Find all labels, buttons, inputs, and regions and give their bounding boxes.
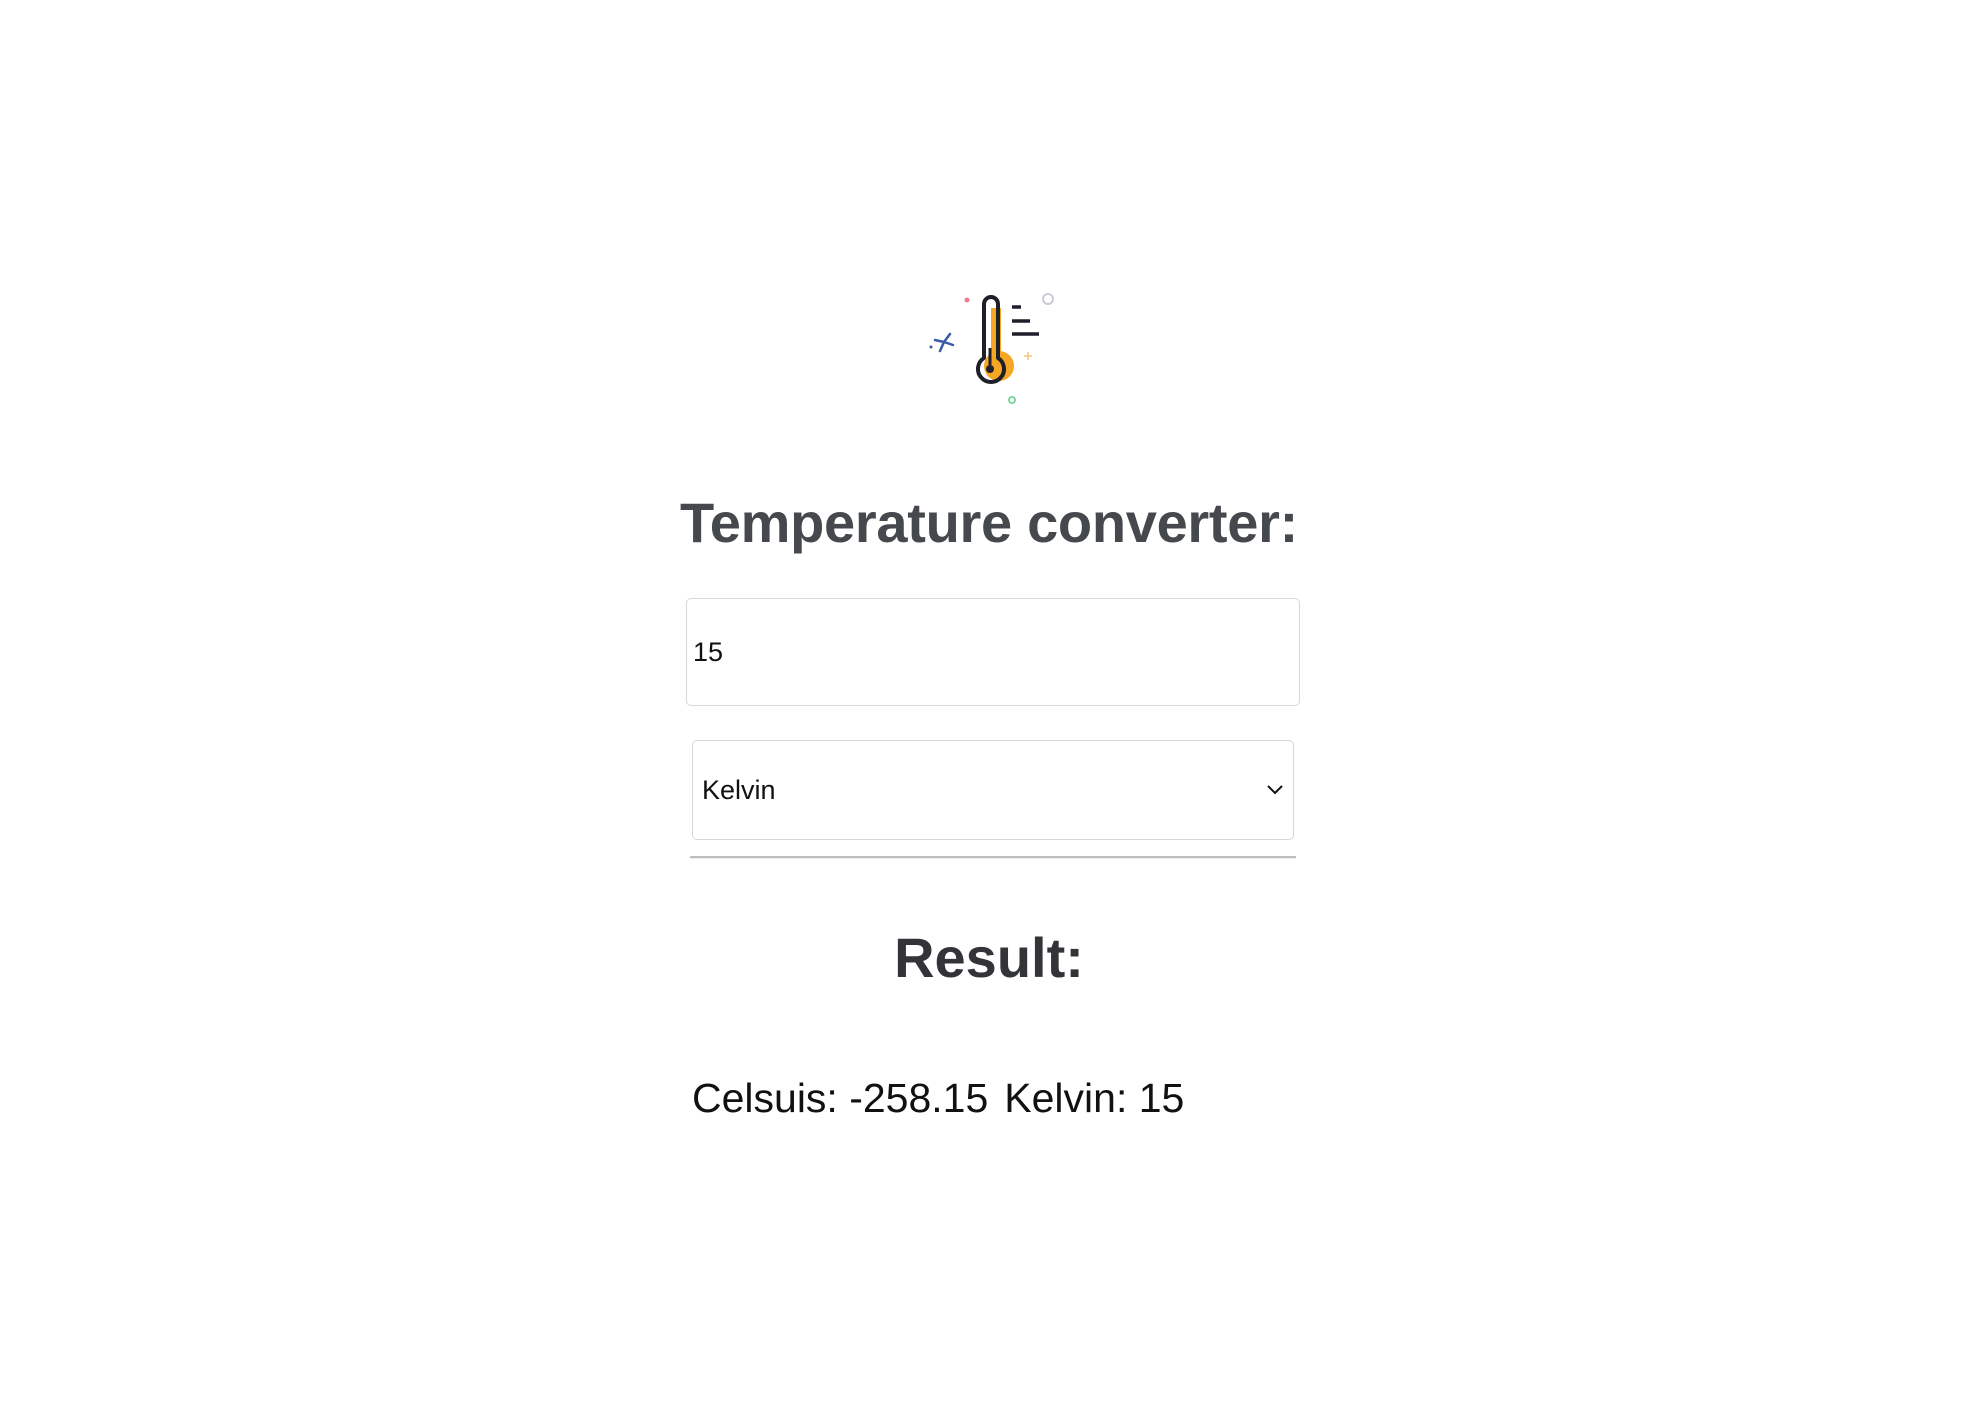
chevron-down-icon	[1265, 780, 1285, 800]
temperature-input[interactable]	[687, 599, 1299, 705]
thermometer-icon	[920, 290, 1065, 420]
celsius-result: Celsuis: -258.15	[692, 1075, 989, 1121]
kelvin-result: Kelvin: 15	[1004, 1075, 1185, 1121]
page-title: Temperature converter:	[680, 491, 1298, 554]
result-values: Celsuis: -258.15 Kelvin: 15	[692, 1075, 1184, 1122]
unit-select-value: Kelvin	[702, 774, 776, 805]
temperature-input-container	[686, 598, 1300, 706]
unit-select[interactable]: Kelvin	[692, 740, 1294, 840]
result-title: Result:	[894, 926, 1084, 989]
divider	[690, 856, 1296, 858]
temperature-converter-app: Temperature converter: Kelvin Result: Ce…	[0, 0, 1978, 1414]
